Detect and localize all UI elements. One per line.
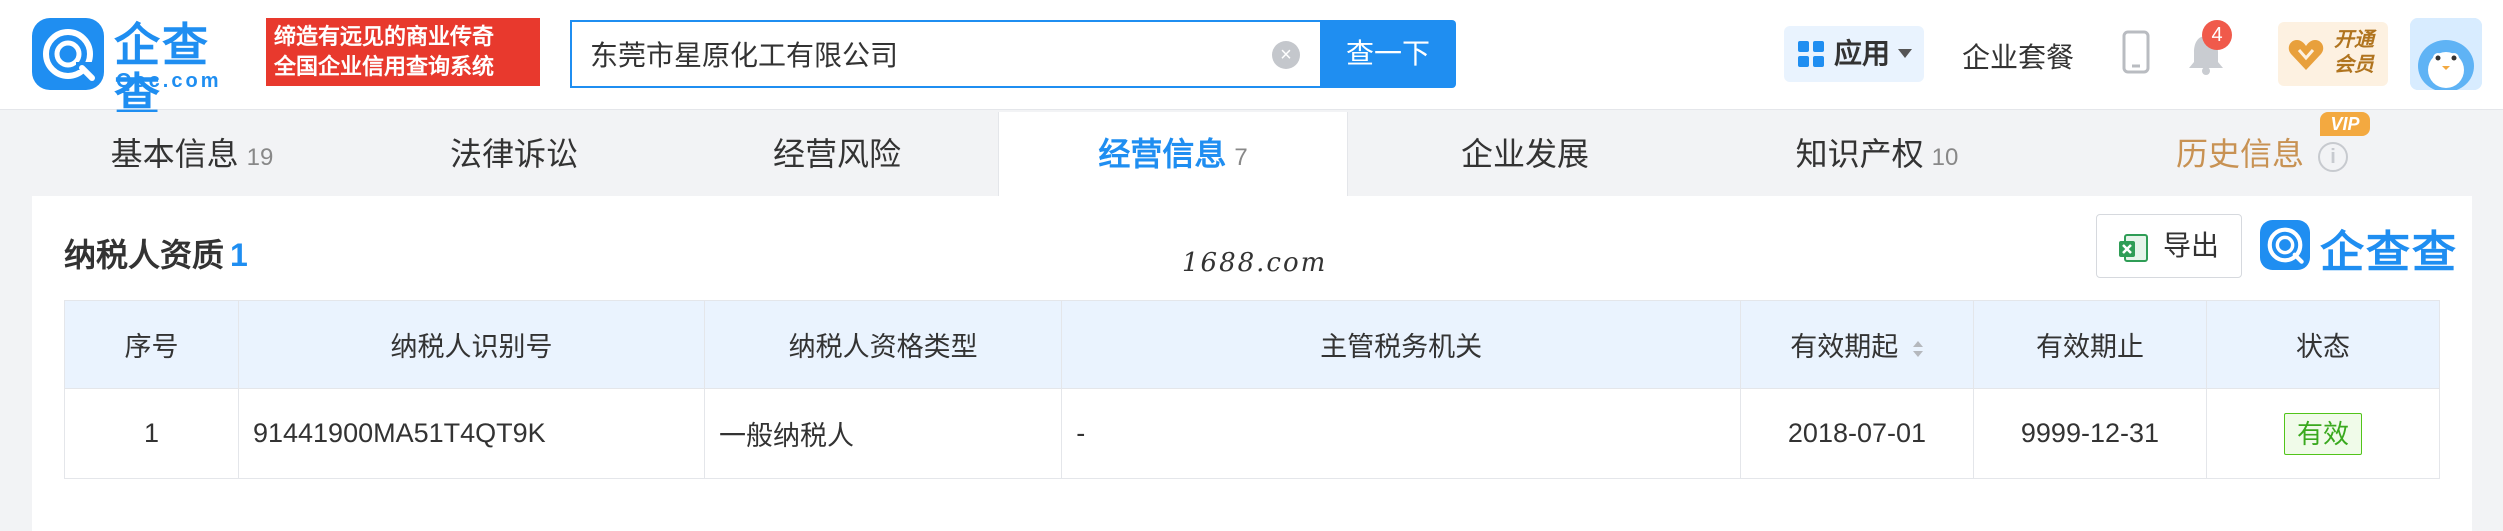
column-header-label: 有效期起 xyxy=(1790,332,1899,362)
taxpayer-table: 序号 纳税人识别号 纳税人资格类型 主管税务机关 有效期起 有效期止 状态 1 … xyxy=(64,300,2441,479)
cell-valid-to: 9999-12-31 xyxy=(1972,388,2207,479)
section-title-text: 纳税人资质 xyxy=(64,237,225,273)
slogan-line-2: 全国企业信用查询系统 xyxy=(274,54,495,79)
tab-development[interactable]: 企业发展 xyxy=(1348,112,1702,196)
excel-icon xyxy=(2119,234,2148,262)
table-header-row: 序号 纳税人识别号 纳税人资格类型 主管税务机关 有效期起 有效期止 状态 xyxy=(64,300,2441,389)
open-vip-line-2: 会员 xyxy=(2334,54,2374,76)
qichacha-mini-logo: 企查查 xyxy=(2260,220,2456,278)
tab-count: 7 xyxy=(1234,144,1248,171)
clear-icon[interactable]: × xyxy=(1272,41,1300,69)
column-header-sortable[interactable]: 有效期起 xyxy=(1739,300,1974,389)
mobile-phone-icon[interactable] xyxy=(2122,30,2150,74)
taxpayer-qualification-panel: 纳税人资质 1 1688.com 导出 企查查 序号 纳税人识别号 纳税人资格类… xyxy=(32,196,2472,531)
export-button[interactable]: 导出 xyxy=(2096,214,2242,278)
chevron-down-icon xyxy=(1898,49,1912,58)
watermark-text: 1688.com xyxy=(1182,248,1328,278)
search-button[interactable]: 查一下 xyxy=(1320,20,1456,88)
top-navbar: 企查查 Qcc.com 缔造有远见的商业传奇 全国企业信用查询系统 × 查一下 … xyxy=(0,0,2503,120)
enterprise-package-link[interactable]: 企业套餐 xyxy=(1962,36,2074,76)
cell-taxpayer-id: 91441900MA51T4QT9K xyxy=(237,388,705,479)
tab-label: 历史信息 xyxy=(2175,136,2304,172)
slogan-line-1: 缔造有远见的商业传奇 xyxy=(274,24,495,49)
cell-tax-authority: - xyxy=(1061,388,1741,479)
open-vip-button[interactable]: 开通 会员 xyxy=(2278,22,2388,86)
cell-taxpayer-type: 一般纳税人 xyxy=(703,388,1063,479)
open-vip-label: 开通 会员 xyxy=(2334,28,2374,78)
app-grid-icon xyxy=(1798,41,1824,67)
open-vip-line-1: 开通 xyxy=(2334,29,2374,51)
tab-business-info[interactable]: 经营信息 7 xyxy=(998,112,1348,198)
tab-bar: 基本信息 19 法律诉讼 经营风险 经营信息 7 企业发展 知识产权 10 历史信息 i xyxy=(32,112,2472,198)
app-menu-button[interactable]: 应用 xyxy=(1784,26,1924,82)
section-count: 1 xyxy=(230,237,248,273)
vip-heart-icon xyxy=(2288,40,2324,70)
app-menu-label: 应用 xyxy=(1834,38,1891,69)
tab-label: 基本信息 xyxy=(110,136,239,172)
cell-index: 1 xyxy=(64,388,239,479)
status-badge: 有效 xyxy=(2283,412,2362,455)
tab-label: 企业发展 xyxy=(1460,136,1589,172)
logo-domain: Qcc.com xyxy=(116,70,222,92)
slogan-banner: 缔造有远见的商业传奇 全国企业信用查询系统 xyxy=(266,18,540,86)
mini-logo-text: 企查查 xyxy=(2320,227,2458,278)
tab-label: 经营风险 xyxy=(772,136,901,172)
info-icon[interactable]: i xyxy=(2318,141,2348,172)
tab-count: 10 xyxy=(1931,144,1959,171)
section-title: 纳税人资质 1 xyxy=(64,230,248,276)
sort-icon[interactable] xyxy=(1912,339,1924,359)
tab-ip[interactable]: 知识产权 10 xyxy=(1702,112,2052,196)
user-avatar[interactable] xyxy=(2410,18,2482,90)
export-label: 导出 xyxy=(2163,230,2220,261)
column-header: 状态 xyxy=(2205,300,2441,389)
logo-mark-icon xyxy=(2260,220,2310,270)
column-header: 有效期止 xyxy=(1972,300,2207,389)
search-input[interactable] xyxy=(590,22,1230,86)
search-box: × xyxy=(570,20,1322,88)
tab-legal[interactable]: 法律诉讼 xyxy=(352,112,676,196)
qichacha-logo[interactable]: 企查查 Qcc.com xyxy=(32,18,254,120)
tab-label: 法律诉讼 xyxy=(449,136,578,172)
column-header: 序号 xyxy=(64,300,239,389)
logo-mark-icon xyxy=(32,18,104,90)
cell-valid-from: 2018-07-01 xyxy=(1739,388,1974,479)
vip-tag: VIP xyxy=(2320,112,2370,136)
tab-basic-info[interactable]: 基本信息 19 xyxy=(32,112,352,196)
column-header: 纳税人资格类型 xyxy=(703,300,1063,389)
column-header: 纳税人识别号 xyxy=(237,300,705,389)
tab-label: 知识产权 xyxy=(1795,136,1924,172)
tab-label: 经营信息 xyxy=(1098,136,1227,172)
notification-badge: 4 xyxy=(2202,20,2232,50)
tab-business-risk[interactable]: 经营风险 xyxy=(676,112,998,196)
cell-status: 有效 xyxy=(2205,388,2441,479)
column-header: 主管税务机关 xyxy=(1061,300,1741,389)
tab-history[interactable]: 历史信息 i xyxy=(2052,112,2472,196)
table-row: 1 91441900MA51T4QT9K 一般纳税人 - 2018-07-01 … xyxy=(64,388,2441,479)
avatar-penguin-icon xyxy=(2410,18,2482,90)
tab-count: 19 xyxy=(246,144,274,171)
